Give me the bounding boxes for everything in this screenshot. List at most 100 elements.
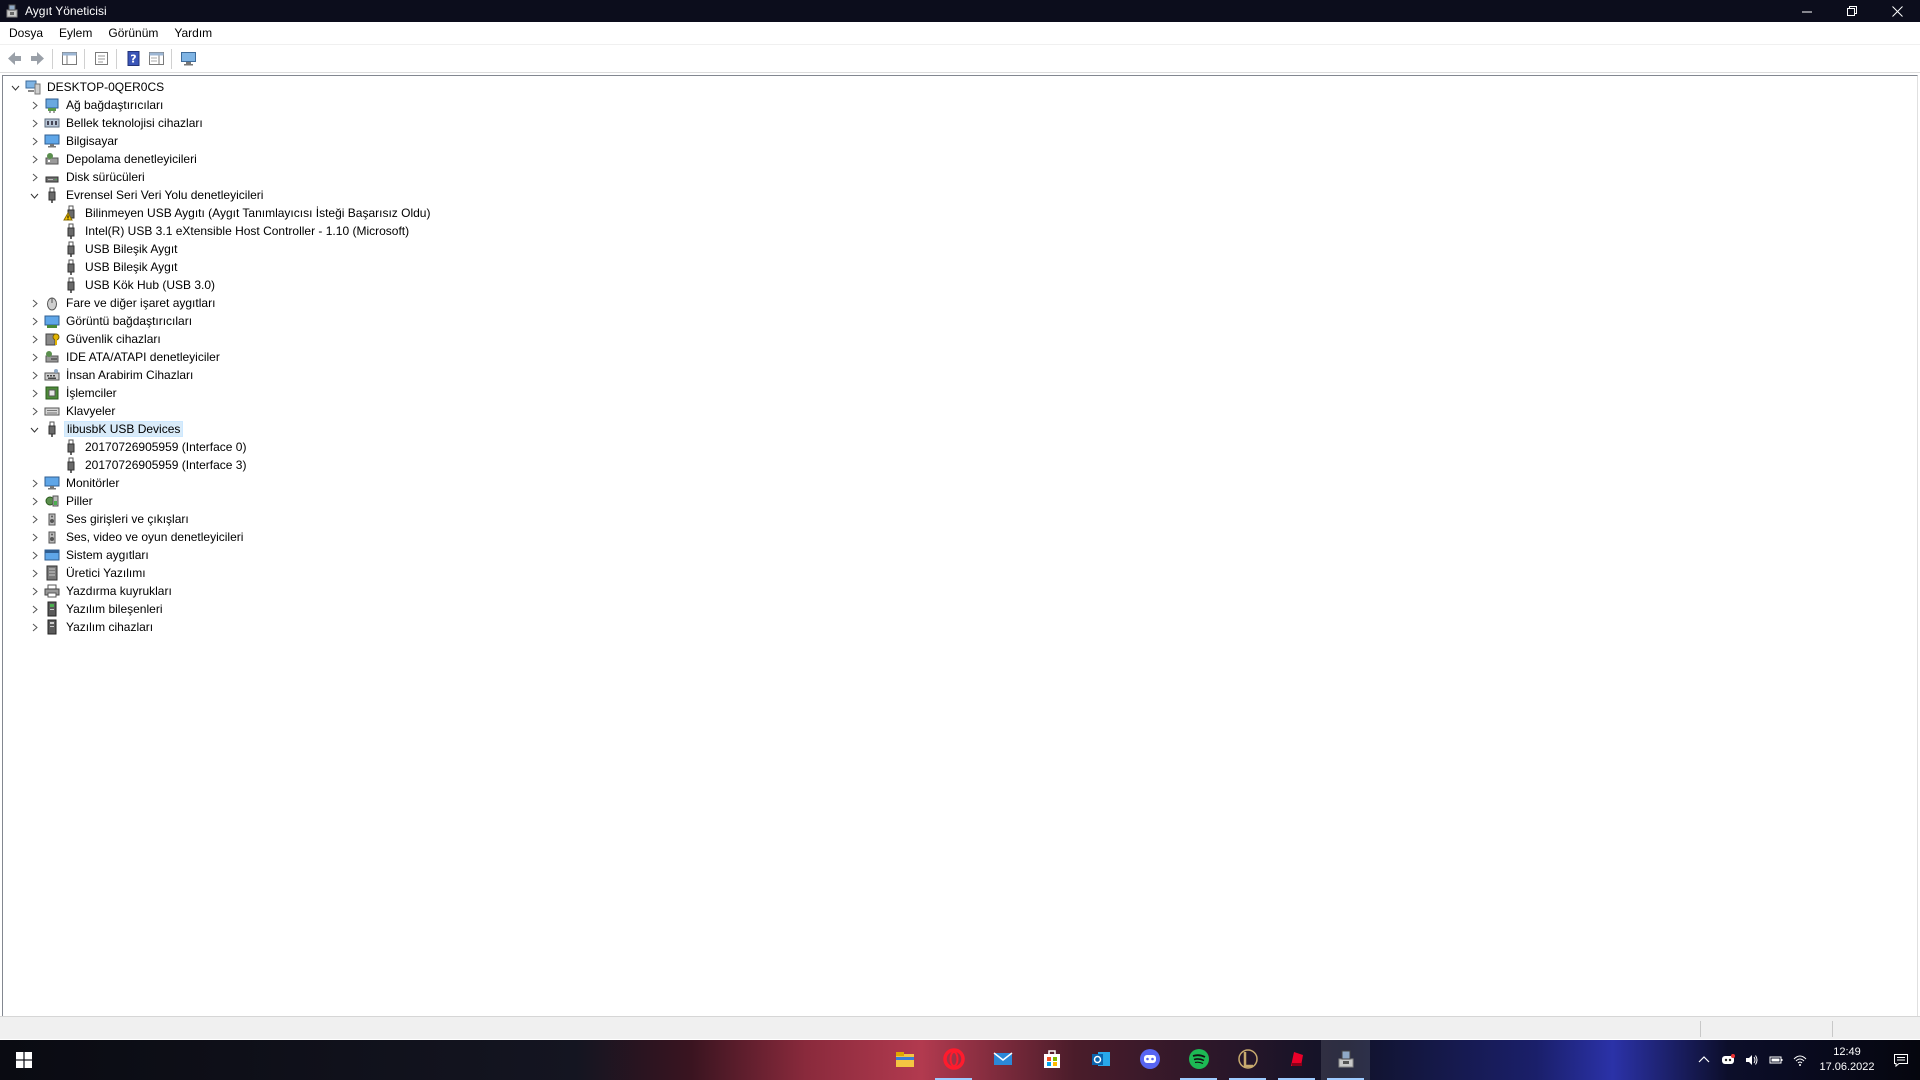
tree-item[interactable]: İnsan Arabirim Cihazları [3,366,432,384]
chevron-right-icon[interactable] [28,513,40,525]
chevron-right-icon[interactable] [28,297,40,309]
title-bar[interactable]: Aygıt Yöneticisi [0,0,1920,22]
discord-tray-icon [1722,1054,1735,1064]
tree-item[interactable]: Üretici Yazılımı [3,564,432,582]
chevron-right-icon[interactable] [28,171,40,183]
taskbar-app-button[interactable] [929,1040,978,1080]
tree-item[interactable]: Klavyeler [3,402,432,420]
battery-button[interactable] [1764,1040,1788,1080]
minimize-button[interactable] [1785,0,1830,22]
properties-button[interactable] [90,48,112,70]
disk-drive-icon [44,169,60,185]
chevron-down-icon[interactable] [28,423,40,435]
tree-item[interactable]: DESKTOP-0QER0CS [3,78,432,96]
tree-item[interactable]: 20170726905959 (Interface 0) [3,438,432,456]
tree-item[interactable]: Güvenlik cihazları [3,330,432,348]
chevron-right-icon[interactable] [28,369,40,381]
menu-gorunum[interactable]: Görünüm [100,22,166,44]
tree-item[interactable]: Intel(R) USB 3.1 eXtensible Host Control… [3,222,432,240]
start-button[interactable] [0,1040,48,1080]
tree-item[interactable]: Yazılım bileşenleri [3,600,432,618]
chevron-right-icon[interactable] [28,549,40,561]
tree-item[interactable]: Sistem aygıtları [3,546,432,564]
taskbar-app-button[interactable] [978,1040,1027,1080]
clock-date: 17.06.2022 [1819,1061,1875,1073]
menu-eylem[interactable]: Eylem [51,22,100,44]
tree-item[interactable]: USB Kök Hub (USB 3.0) [3,276,432,294]
firmware-icon [44,565,60,581]
chevron-right-icon[interactable] [28,315,40,327]
chevron-right-icon[interactable] [28,405,40,417]
action-center-button[interactable] [1882,1040,1920,1080]
taskbar-app-button[interactable] [1076,1040,1125,1080]
outlook-icon [1090,1048,1112,1073]
chevron-right-icon[interactable] [28,495,40,507]
show-hide-tree-button[interactable] [58,48,80,70]
chevron-right-icon[interactable] [28,135,40,147]
chevron-right-icon[interactable] [28,531,40,543]
tree-item[interactable]: 20170726905959 (Interface 3) [3,456,432,474]
chevron-right-icon[interactable] [28,333,40,345]
tree-item[interactable]: IDE ATA/ATAPI denetleyiciler [3,348,432,366]
taskbar-app-button[interactable] [1272,1040,1321,1080]
network-button[interactable] [1788,1040,1812,1080]
volume-button[interactable] [1740,1040,1764,1080]
tree-item[interactable]: Fare ve diğer işaret aygıtları [3,294,432,312]
tree-item[interactable]: Evrensel Seri Veri Yolu denetleyicileri [3,186,432,204]
forward-button[interactable] [26,48,48,70]
tree-item[interactable]: İşlemciler [3,384,432,402]
battery-icon [44,493,60,509]
tree-item[interactable]: Bellek teknolojisi cihazları [3,114,432,132]
restore-button[interactable] [1830,0,1875,22]
chevron-down-icon[interactable] [9,81,21,93]
chevron-right-icon[interactable] [28,99,40,111]
tree-item[interactable]: Depolama denetleyicileri [3,150,432,168]
tree-item-label: libusbK USB Devices [64,421,184,437]
chevron-right-icon[interactable] [28,387,40,399]
back-button[interactable] [3,48,25,70]
menu-yardim[interactable]: Yardım [166,22,220,44]
chevron-right-icon[interactable] [28,477,40,489]
tree-item[interactable]: USB Bileşik Aygıt [3,240,432,258]
scan-hardware-button[interactable] [177,48,199,70]
clock[interactable]: 12:49 17.06.2022 [1812,1045,1882,1075]
menu-dosya[interactable]: Dosya [0,22,51,44]
chevron-right-icon[interactable] [28,621,40,633]
chevron-down-icon[interactable] [28,189,40,201]
tree-item[interactable]: Bilgisayar [3,132,432,150]
device-tree-pane[interactable]: DESKTOP-0QER0CS Ağ bağdaştırıcıları Bellek… [2,75,1918,1016]
help-button[interactable]: ? [122,48,144,70]
tree-item-label: Disk sürücüleri [66,170,145,184]
taskbar-app-button[interactable] [1223,1040,1272,1080]
chevron-right-icon[interactable] [28,117,40,129]
tree-item[interactable]: Ağ bağdaştırıcıları [3,96,432,114]
discord-tray-button[interactable] [1716,1040,1740,1080]
taskbar-app-button[interactable] [1321,1040,1370,1080]
chevron-right-icon[interactable] [28,585,40,597]
toolbar-separator [116,48,117,69]
tree-item[interactable]: Piller [3,492,432,510]
taskbar-app-button[interactable] [1174,1040,1223,1080]
close-button[interactable] [1875,0,1920,22]
tree-item[interactable]: Monitörler [3,474,432,492]
chevron-right-icon[interactable] [28,351,40,363]
tree-item[interactable]: Ses girişleri ve çıkışları [3,510,432,528]
svg-text:?: ? [130,53,136,66]
tree-item[interactable]: Disk sürücüleri [3,168,432,186]
action-pane-button[interactable] [145,48,167,70]
tree-item[interactable]: USB Bileşik Aygıt [3,258,432,276]
chevron-right-icon[interactable] [28,567,40,579]
show-hidden-icons-button[interactable] [1692,1040,1716,1080]
taskbar-app-button[interactable] [1027,1040,1076,1080]
tree-item[interactable]: Yazdırma kuyrukları [3,582,432,600]
taskbar-app-button[interactable] [880,1040,929,1080]
tree-item[interactable]: Bilinmeyen USB Aygıtı (Aygıt Tanımlayıcı… [3,204,432,222]
chevron-right-icon[interactable] [28,153,40,165]
tree-item[interactable]: Ses, video ve oyun denetleyicileri [3,528,432,546]
chevron-right-icon[interactable] [28,603,40,615]
tree-item[interactable]: Görüntü bağdaştırıcıları [3,312,432,330]
tree-item[interactable]: Yazılım cihazları [3,618,432,636]
taskbar-app-button[interactable] [1125,1040,1174,1080]
tree-item[interactable]: libusbK USB Devices [3,420,432,438]
